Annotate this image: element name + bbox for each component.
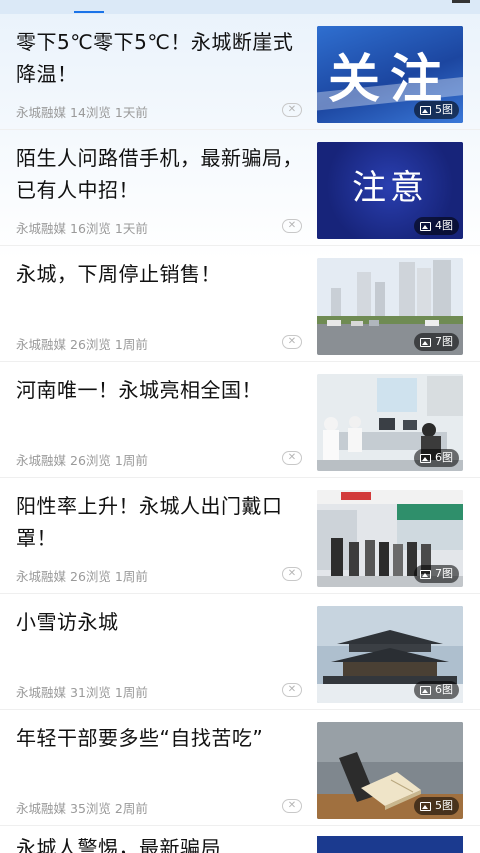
news-title[interactable]: 永城人警惕，最新骗局 <box>16 832 221 853</box>
image-icon <box>420 569 431 579</box>
news-time: 1周前 <box>114 569 148 584</box>
news-time: 1天前 <box>114 221 148 236</box>
category-tabs <box>0 0 480 14</box>
news-title[interactable]: 小雪访永城 <box>16 606 306 638</box>
image-count-badge: 5图 <box>414 101 459 119</box>
image-count-badge: 7图 <box>414 565 459 583</box>
news-views: 26浏览 <box>70 453 111 468</box>
news-source: 永城融媒 <box>16 801 67 816</box>
news-thumbnail[interactable]: 6图 <box>317 606 463 703</box>
active-tab-indicator <box>74 11 104 13</box>
news-views: 26浏览 <box>70 337 111 352</box>
news-time: 1周前 <box>114 685 148 700</box>
news-meta: 永城融媒 31浏览 1周前 <box>16 682 148 701</box>
image-count-badge: 5图 <box>414 797 459 815</box>
dismiss-button[interactable]: ✕ <box>282 335 302 349</box>
news-item[interactable]: 河南唯一！永城亮相全国！ 永城融媒 26浏览 1周前 ✕ 6图 <box>0 362 480 478</box>
news-views: 14浏览 <box>70 105 111 120</box>
news-title[interactable]: 年轻干部要多些“自找苦吃” <box>16 722 306 754</box>
image-icon <box>420 105 431 115</box>
news-time: 2周前 <box>114 801 148 816</box>
news-item-partial[interactable]: 永城人警惕，最新骗局 <box>0 826 480 853</box>
news-source: 永城融媒 <box>16 569 67 584</box>
menu-icon[interactable] <box>452 0 470 3</box>
news-thumbnail[interactable]: 6图 <box>317 374 463 471</box>
news-time: 1天前 <box>114 105 148 120</box>
news-thumbnail[interactable] <box>317 836 463 853</box>
image-icon <box>420 221 431 231</box>
news-item[interactable]: 永城，下周停止销售！ 永城融媒 26浏览 1周前 ✕ 7图 <box>0 246 480 362</box>
news-meta: 永城融媒 14浏览 1天前 <box>16 102 148 121</box>
news-thumbnail[interactable]: 7图 <box>317 490 463 587</box>
image-icon <box>420 685 431 695</box>
news-meta: 永城融媒 26浏览 1周前 <box>16 566 148 585</box>
news-views: 16浏览 <box>70 221 111 236</box>
news-meta: 永城融媒 26浏览 1周前 <box>16 334 148 353</box>
news-time: 1周前 <box>114 337 148 352</box>
dismiss-button[interactable]: ✕ <box>282 219 302 233</box>
news-title[interactable]: 零下5℃零下5℃！永城断崖式降温！ <box>16 26 306 90</box>
image-icon <box>420 453 431 463</box>
image-count-badge: 7图 <box>414 333 459 351</box>
news-source: 永城融媒 <box>16 685 67 700</box>
news-item[interactable]: 阳性率上升！永城人出门戴口罩！ 永城融媒 26浏览 1周前 ✕ 7图 <box>0 478 480 594</box>
news-item[interactable]: 零下5℃零下5℃！永城断崖式降温！ 永城融媒 14浏览 1天前 ✕ 关注 5图 <box>0 14 480 130</box>
news-source: 永城融媒 <box>16 453 67 468</box>
news-views: 26浏览 <box>70 569 111 584</box>
news-thumbnail[interactable]: 关注 5图 <box>317 26 463 123</box>
news-thumbnail[interactable]: 注意 4图 <box>317 142 463 239</box>
news-title[interactable]: 永城，下周停止销售！ <box>16 258 306 290</box>
news-title[interactable]: 河南唯一！永城亮相全国！ <box>16 374 306 406</box>
image-count-badge: 4图 <box>414 217 459 235</box>
news-item[interactable]: 年轻干部要多些“自找苦吃” 永城融媒 35浏览 2周前 ✕ 5图 <box>0 710 480 826</box>
news-item[interactable]: 陌生人问路借手机，最新骗局，已有人中招！ 永城融媒 16浏览 1天前 ✕ 注意 … <box>0 130 480 246</box>
dismiss-button[interactable]: ✕ <box>282 567 302 581</box>
image-icon <box>420 337 431 347</box>
dismiss-button[interactable]: ✕ <box>282 683 302 697</box>
news-item[interactable]: 小雪访永城 永城融媒 31浏览 1周前 ✕ 6图 <box>0 594 480 710</box>
image-count-badge: 6图 <box>414 681 459 699</box>
news-views: 35浏览 <box>70 801 111 816</box>
dismiss-button[interactable]: ✕ <box>282 451 302 465</box>
news-meta: 永城融媒 16浏览 1天前 <box>16 218 148 237</box>
news-source: 永城融媒 <box>16 337 67 352</box>
news-source: 永城融媒 <box>16 221 67 236</box>
news-thumbnail[interactable]: 7图 <box>317 258 463 355</box>
image-icon <box>420 801 431 811</box>
dismiss-button[interactable]: ✕ <box>282 103 302 117</box>
image-count-badge: 6图 <box>414 449 459 467</box>
news-thumbnail[interactable]: 5图 <box>317 722 463 819</box>
news-meta: 永城融媒 35浏览 2周前 <box>16 798 148 817</box>
dismiss-button[interactable]: ✕ <box>282 799 302 813</box>
news-time: 1周前 <box>114 453 148 468</box>
news-views: 31浏览 <box>70 685 111 700</box>
news-title[interactable]: 陌生人问路借手机，最新骗局，已有人中招！ <box>16 142 306 206</box>
news-title[interactable]: 阳性率上升！永城人出门戴口罩！ <box>16 490 306 554</box>
news-meta: 永城融媒 26浏览 1周前 <box>16 450 148 469</box>
news-feed: 零下5℃零下5℃！永城断崖式降温！ 永城融媒 14浏览 1天前 ✕ 关注 5图 … <box>0 14 480 826</box>
news-source: 永城融媒 <box>16 105 67 120</box>
